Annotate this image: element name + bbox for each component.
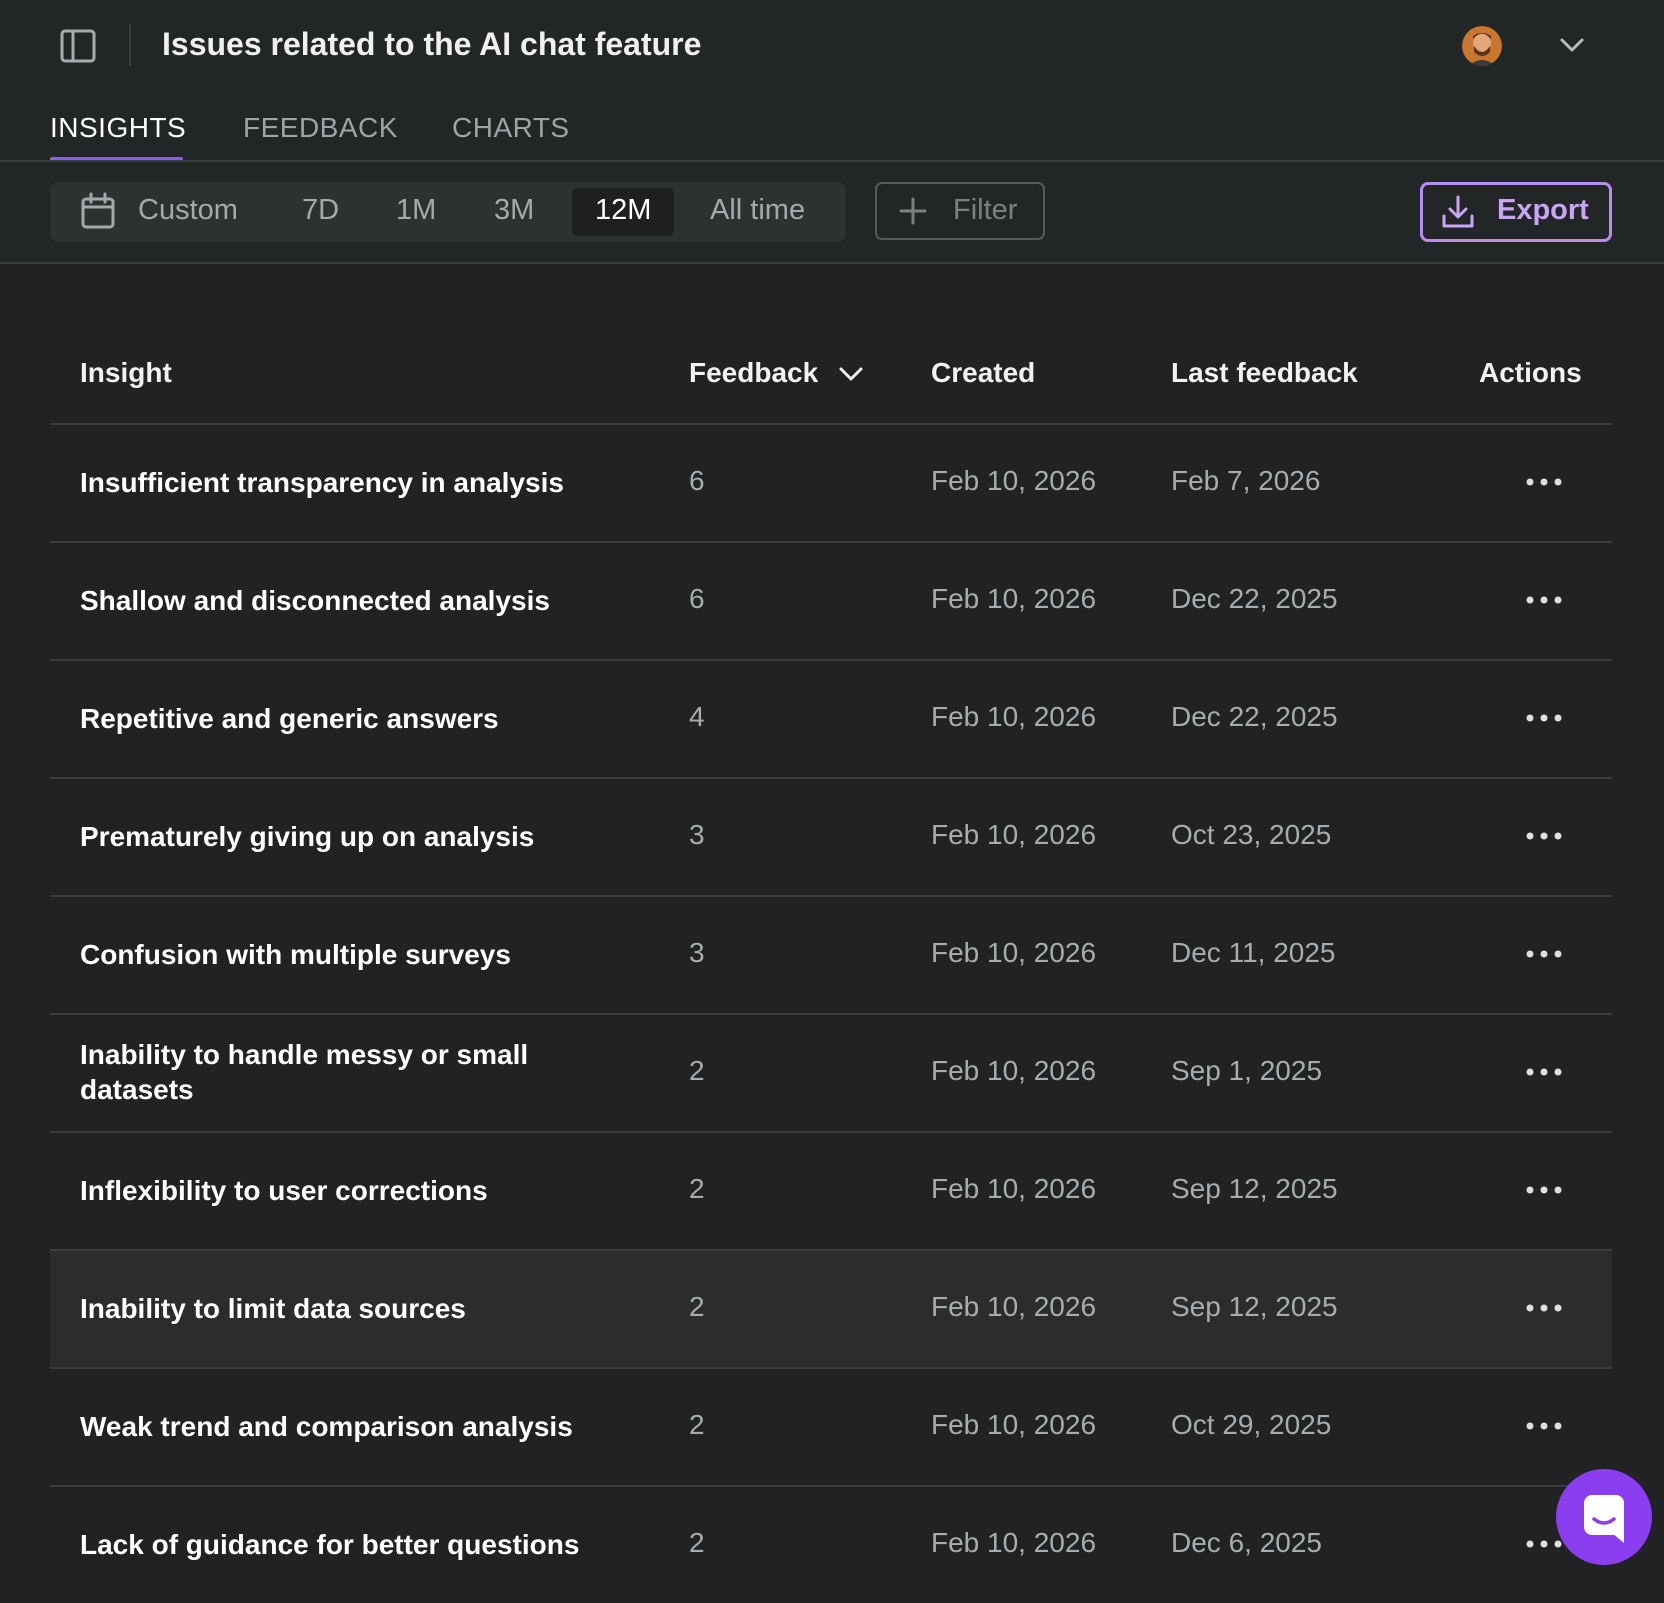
created-date: Feb 10, 2026	[931, 937, 1097, 968]
insight-title[interactable]: Insufficient transparency in analysis	[80, 465, 600, 500]
insight-title[interactable]: Inability to handle messy or small datas…	[80, 1037, 600, 1107]
filter-button-label: Filter	[953, 194, 1018, 226]
range-option-all-time[interactable]: All time	[710, 194, 805, 227]
more-actions-icon[interactable]	[1524, 467, 1564, 497]
last-feedback-date: Sep 12, 2025	[1171, 1173, 1338, 1204]
more-actions-icon[interactable]	[1524, 1175, 1564, 1205]
range-option-3m[interactable]: 3M	[494, 194, 534, 227]
table-row[interactable]: Inflexibility to user corrections 2 Feb 10…	[50, 1133, 1612, 1249]
user-avatar[interactable]	[1462, 26, 1502, 66]
plus-icon	[899, 197, 927, 225]
last-feedback-date: Dec 11, 2025	[1171, 937, 1336, 968]
tab-insights[interactable]: INSIGHTS	[50, 112, 186, 144]
column-header-insight: Insight	[80, 357, 172, 388]
range-option-7d[interactable]: 7D	[302, 194, 339, 227]
page-title: Issues related to the AI chat feature	[162, 26, 702, 62]
last-feedback-date: Dec 22, 2025	[1171, 701, 1338, 732]
table-row[interactable]: Lack of guidance for better questions 2 Fe…	[50, 1487, 1612, 1603]
created-date: Feb 10, 2026	[931, 1409, 1097, 1440]
more-actions-icon[interactable]	[1524, 1057, 1564, 1087]
download-icon	[1442, 195, 1474, 228]
feedback-count: 2	[689, 1527, 705, 1558]
last-feedback-date: Feb 7, 2026	[1171, 465, 1321, 496]
more-actions-icon[interactable]	[1524, 1411, 1564, 1441]
table-row[interactable]: Insufficient transparency in analysis 6 Fe…	[50, 425, 1612, 541]
last-feedback-date: Dec 6, 2025	[1171, 1527, 1322, 1558]
created-date: Feb 10, 2026	[931, 819, 1097, 850]
more-actions-icon[interactable]	[1524, 703, 1564, 733]
header-divider	[129, 24, 131, 66]
insight-title[interactable]: Prematurely giving up on analysis	[80, 819, 600, 854]
feedback-count: 4	[689, 701, 705, 732]
last-feedback-date: Sep 1, 2025	[1171, 1055, 1323, 1086]
insight-title[interactable]: Confusion with multiple surveys	[80, 937, 600, 972]
table-row[interactable]: Inability to handle messy or small datas…	[50, 1015, 1612, 1131]
created-date: Feb 10, 2026	[931, 701, 1097, 732]
tab-charts[interactable]: CHARTS	[452, 112, 570, 144]
created-date: Feb 10, 2026	[931, 1527, 1097, 1558]
feedback-count: 6	[689, 583, 705, 614]
feedback-count: 2	[689, 1173, 705, 1204]
created-date: Feb 10, 2026	[931, 1291, 1097, 1322]
feedback-count: 2	[689, 1055, 705, 1086]
insight-title[interactable]: Lack of guidance for better questions	[80, 1527, 600, 1562]
feedback-count: 3	[689, 937, 705, 968]
account-menu-chevron-icon[interactable]	[1556, 32, 1588, 60]
table-row[interactable]: Repetitive and generic answers 4 Feb 10, 2…	[50, 661, 1612, 777]
last-feedback-date: Sep 12, 2025	[1171, 1291, 1338, 1322]
calendar-icon[interactable]	[80, 192, 116, 230]
sidebar-toggle-icon[interactable]	[58, 26, 98, 66]
created-date: Feb 10, 2026	[931, 583, 1097, 614]
feedback-count: 2	[689, 1409, 705, 1440]
filter-bar-divider	[0, 262, 1664, 264]
insight-title[interactable]: Repetitive and generic answers	[80, 701, 600, 736]
range-option-12m[interactable]: 12M	[595, 194, 651, 227]
range-option-1m[interactable]: 1M	[396, 194, 436, 227]
more-actions-icon[interactable]	[1524, 585, 1564, 615]
table-row[interactable]: Confusion with multiple surveys 3 Feb 10, …	[50, 897, 1612, 1013]
column-header-last-feedback: Last feedback	[1171, 357, 1358, 388]
feedback-count: 3	[689, 819, 705, 850]
more-actions-icon[interactable]	[1524, 939, 1564, 969]
range-option-custom[interactable]: Custom	[138, 194, 238, 227]
column-header-actions: Actions	[1479, 357, 1582, 388]
table-row[interactable]: Weak trend and comparison analysis 2 Feb 1…	[50, 1369, 1612, 1485]
more-actions-icon[interactable]	[1524, 1293, 1564, 1323]
feedback-count: 2	[689, 1291, 705, 1322]
sort-descending-chevron-icon[interactable]	[836, 362, 866, 388]
insight-title[interactable]: Inflexibility to user corrections	[80, 1173, 600, 1208]
insight-title[interactable]: Inability to limit data sources	[80, 1291, 600, 1326]
insight-title[interactable]: Shallow and disconnected analysis	[80, 583, 600, 618]
last-feedback-date: Oct 29, 2025	[1171, 1409, 1332, 1440]
chat-icon	[1584, 1495, 1624, 1543]
table-row[interactable]: Shallow and disconnected analysis 6 Feb 10…	[50, 543, 1612, 659]
tab-feedback[interactable]: FEEDBACK	[243, 112, 398, 144]
table-row[interactable]: Prematurely giving up on analysis 3 Feb 10…	[50, 779, 1612, 895]
created-date: Feb 10, 2026	[931, 465, 1097, 496]
created-date: Feb 10, 2026	[931, 1055, 1097, 1086]
insight-title[interactable]: Weak trend and comparison analysis	[80, 1409, 600, 1444]
table-row[interactable]: Inability to limit data sources 2 Feb 10, …	[50, 1251, 1612, 1367]
export-button-label: Export	[1497, 194, 1589, 226]
column-header-created: Created	[931, 357, 1036, 388]
column-header-feedback[interactable]: Feedback	[689, 357, 818, 389]
last-feedback-date: Dec 22, 2025	[1171, 583, 1338, 614]
created-date: Feb 10, 2026	[931, 1173, 1097, 1204]
last-feedback-date: Oct 23, 2025	[1171, 819, 1332, 850]
feedback-count: 6	[689, 465, 705, 496]
more-actions-icon[interactable]	[1524, 821, 1564, 851]
chat-launcher-button[interactable]	[1556, 1469, 1652, 1565]
